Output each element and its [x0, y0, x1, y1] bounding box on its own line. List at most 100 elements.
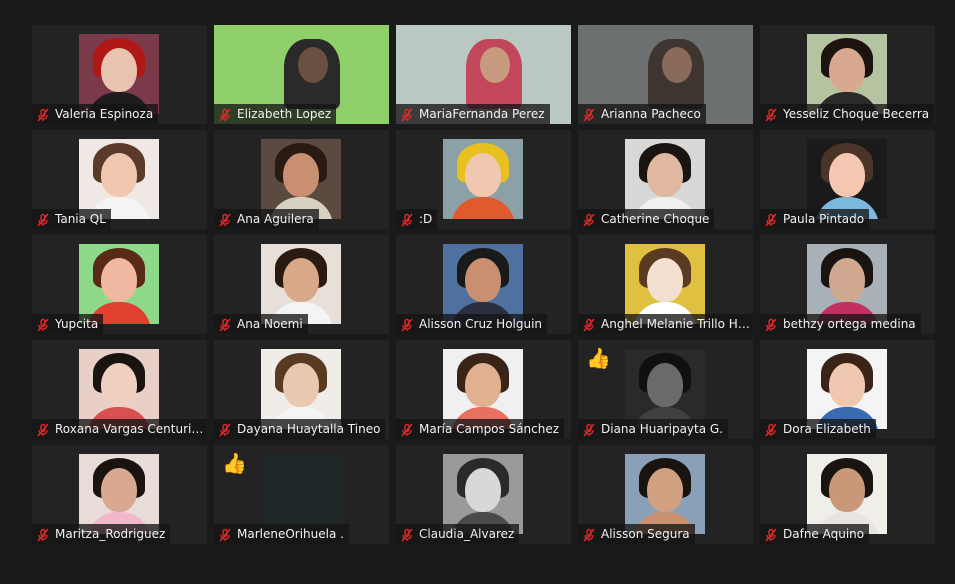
- participant-tile[interactable]: Alisson Segura: [578, 445, 753, 544]
- participant-avatar: [79, 349, 159, 429]
- participant-tile[interactable]: Arianna Pacheco: [578, 25, 753, 124]
- participant-name-bar: Claudia_Alvarez: [396, 524, 520, 544]
- participant-tile[interactable]: Dayana Huaytalla Tineo: [214, 340, 389, 439]
- participant-name-bar: MariaFernanda Perez: [396, 104, 550, 124]
- participant-name: Arianna Pacheco: [601, 107, 701, 121]
- participant-name: Catherine Choque: [601, 212, 710, 226]
- participant-tile[interactable]: Paula Pintado: [760, 130, 935, 229]
- participant-tile[interactable]: 👍 MarleneOrihuela .: [214, 445, 389, 544]
- participant-name-bar: Valeria Espinoza: [32, 104, 159, 124]
- participant-name-bar: Anghel Melanie Trillo He...: [578, 314, 753, 334]
- participant-tile[interactable]: Alisson Cruz Holguin: [396, 235, 571, 334]
- participant-tile[interactable]: MariaFernanda Perez: [396, 25, 571, 124]
- participant-name-bar: Tania QL: [32, 209, 111, 229]
- mic-muted-icon: [764, 527, 778, 542]
- participant-name-bar: Catherine Choque: [578, 209, 715, 229]
- participant-name: :D: [419, 212, 433, 226]
- participant-avatar: [443, 139, 523, 219]
- participant-avatar: [443, 244, 523, 324]
- participant-tile[interactable]: Anghel Melanie Trillo He...: [578, 235, 753, 334]
- participant-name: Dora Elizabeth: [783, 422, 871, 436]
- participant-avatar: [261, 139, 341, 219]
- participant-name: Ana Aguilera: [237, 212, 314, 226]
- participant-name-bar: Ana Noemi: [214, 314, 308, 334]
- participant-name: Claudia_Alvarez: [419, 527, 515, 541]
- participant-name: Dayana Huaytalla Tineo: [237, 422, 381, 436]
- participant-name: Yesseliz Choque Becerra: [783, 107, 930, 121]
- participant-name: Alisson Segura: [601, 527, 690, 541]
- participant-avatar: [807, 244, 887, 324]
- participant-tile[interactable]: Dafne Aquino: [760, 445, 935, 544]
- participant-avatar: [625, 349, 705, 429]
- participant-name-bar: Alisson Cruz Holguin: [396, 314, 548, 334]
- mic-muted-icon: [764, 317, 778, 332]
- mic-muted-icon: [36, 317, 50, 332]
- thumbs-up-icon: 👍: [222, 451, 247, 475]
- participant-tile[interactable]: Yupcita: [32, 235, 207, 334]
- participant-name: Yupcita: [55, 317, 99, 331]
- participant-avatar: [807, 34, 887, 114]
- participant-tile[interactable]: Claudia_Alvarez: [396, 445, 571, 544]
- participant-name-bar: MarleneOrihuela .: [214, 524, 349, 544]
- participant-tile[interactable]: Valeria Espinoza: [32, 25, 207, 124]
- participant-name-bar: bethzy ortega medina: [760, 314, 921, 334]
- participant-name-bar: Elizabeth Lopez: [214, 104, 337, 124]
- participant-tile[interactable]: 👍 Diana Huaripayta G.: [578, 340, 753, 439]
- participant-name-bar: Arianna Pacheco: [578, 104, 706, 124]
- participant-tile[interactable]: Elizabeth Lopez: [214, 25, 389, 124]
- participant-avatar: [79, 139, 159, 219]
- participant-avatar: [625, 454, 705, 534]
- participant-name-bar: Diana Huaripayta G.: [578, 419, 729, 439]
- participant-avatar: [443, 349, 523, 429]
- mic-muted-icon: [218, 527, 232, 542]
- participant-avatar: [443, 454, 523, 534]
- mic-muted-icon: [36, 527, 50, 542]
- participant-name-bar: Alisson Segura: [578, 524, 695, 544]
- participant-name-bar: Yupcita: [32, 314, 104, 334]
- mic-muted-icon: [218, 212, 232, 227]
- participant-name-bar: :D: [396, 209, 438, 229]
- participant-tile[interactable]: Yesseliz Choque Becerra: [760, 25, 935, 124]
- mic-muted-icon: [36, 422, 50, 437]
- participant-tile[interactable]: Dora Elizabeth: [760, 340, 935, 439]
- participant-avatar: [261, 349, 341, 429]
- participant-name-bar: Ana Aguilera: [214, 209, 319, 229]
- participant-name-bar: María Campos Sánchez: [396, 419, 565, 439]
- mic-muted-icon: [582, 422, 596, 437]
- mic-muted-icon: [400, 107, 414, 122]
- mic-muted-icon: [400, 527, 414, 542]
- participant-tile[interactable]: Ana Noemi: [214, 235, 389, 334]
- participant-avatar: [625, 244, 705, 324]
- participant-avatar: [79, 454, 159, 534]
- mic-muted-icon: [400, 212, 414, 227]
- mic-muted-icon: [582, 212, 596, 227]
- participant-name: Roxana Vargas Centurión: [55, 422, 206, 436]
- mic-muted-icon: [764, 422, 778, 437]
- participant-name-bar: Yesseliz Choque Becerra: [760, 104, 935, 124]
- participant-name-bar: Dafne Aquino: [760, 524, 870, 544]
- participant-tile[interactable]: Roxana Vargas Centurión: [32, 340, 207, 439]
- gallery-grid: Valeria Espinoza Elizabeth Lopez MariaFern…: [0, 0, 955, 584]
- participant-tile[interactable]: Ana Aguilera: [214, 130, 389, 229]
- mic-muted-icon: [400, 317, 414, 332]
- mic-muted-icon: [582, 527, 596, 542]
- participant-name: Maritza_Rodriguez: [55, 527, 166, 541]
- participant-name: Diana Huaripayta G.: [601, 422, 724, 436]
- thumbs-up-icon: 👍: [586, 346, 611, 370]
- participant-tile[interactable]: bethzy ortega medina: [760, 235, 935, 334]
- participant-name-bar: Roxana Vargas Centurión: [32, 419, 207, 439]
- participant-name-bar: Paula Pintado: [760, 209, 870, 229]
- participant-name: Alisson Cruz Holguin: [419, 317, 543, 331]
- participant-tile[interactable]: :D: [396, 130, 571, 229]
- participant-tile[interactable]: María Campos Sánchez: [396, 340, 571, 439]
- participant-avatar: [79, 244, 159, 324]
- participant-tile[interactable]: Tania QL: [32, 130, 207, 229]
- mic-muted-icon: [36, 107, 50, 122]
- participant-name: Elizabeth Lopez: [237, 107, 332, 121]
- participant-avatar: [625, 139, 705, 219]
- mic-muted-icon: [218, 317, 232, 332]
- participant-tile[interactable]: Catherine Choque: [578, 130, 753, 229]
- participant-name: Dafne Aquino: [783, 527, 865, 541]
- participant-tile[interactable]: Maritza_Rodriguez: [32, 445, 207, 544]
- participant-avatar: [807, 454, 887, 534]
